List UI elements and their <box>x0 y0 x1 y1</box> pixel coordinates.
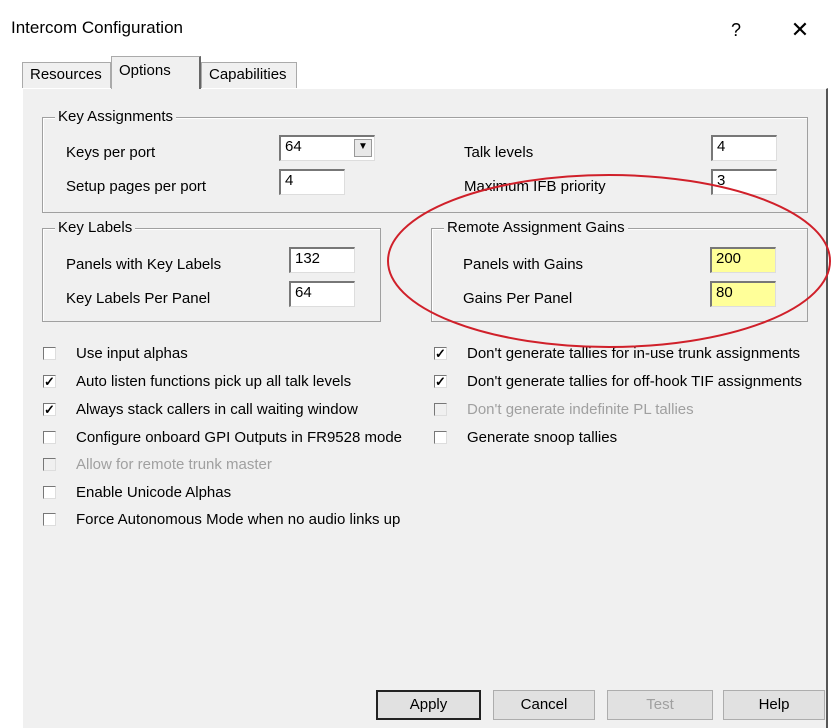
panels-with-gains-label: Panels with Gains <box>463 256 584 273</box>
checkbox-label: Don't generate indefinite PL tallies <box>467 401 694 418</box>
checkbox-box[interactable]: ✓ <box>43 403 56 416</box>
checkbox-label: Enable Unicode Alphas <box>76 484 232 501</box>
checkbox-box[interactable]: ✓ <box>434 375 447 388</box>
checkbox-box[interactable] <box>43 513 56 526</box>
cancel-button[interactable]: Cancel <box>493 690 595 720</box>
talk-levels-field[interactable]: 4 <box>711 135 777 161</box>
max-ifb-label: Maximum IFB priority <box>464 178 606 195</box>
keys-per-port-value: 64 <box>285 138 302 155</box>
checkbox-label: Force Autonomous Mode when no audio link… <box>76 511 401 528</box>
checkbox-box[interactable]: ✓ <box>434 347 447 360</box>
checkbox-label: Always stack callers in call waiting win… <box>76 401 358 418</box>
checkbox-box <box>434 403 447 416</box>
key-assignments-group: Key Assignments Keys per port 64 ▼ Setup… <box>42 108 808 213</box>
checkbox-label: Use input alphas <box>76 345 188 362</box>
apply-label: Apply <box>409 696 448 713</box>
key-labels-legend: Key Labels <box>55 219 136 236</box>
gains-per-panel-field[interactable]: 80 <box>710 281 776 307</box>
panels-with-key-labels-label: Panels with Key Labels <box>66 256 222 273</box>
checkbox-box[interactable] <box>43 486 56 499</box>
checkbox-box[interactable]: ✓ <box>43 375 56 388</box>
close-icon[interactable]: ✕ <box>782 12 818 48</box>
keys-per-port-select[interactable]: 64 ▼ <box>279 135 375 161</box>
checkbox-label: Allow for remote trunk master <box>76 456 272 473</box>
tab-capabilities[interactable]: Capabilities <box>201 62 297 88</box>
keys-per-port-label: Keys per port <box>66 144 156 161</box>
window-title: Intercom Configuration <box>11 18 183 37</box>
checkbox-label: Don't generate tallies for in-use trunk … <box>467 345 801 362</box>
checkbox-label: Generate snoop tallies <box>467 429 618 446</box>
checkbox-box <box>43 458 56 471</box>
checkbox-label: Auto listen functions pick up all talk l… <box>76 373 352 390</box>
options-panel: Key Assignments Keys per port 64 ▼ Setup… <box>22 88 828 728</box>
checkbox-label: Configure onboard GPI Outputs in FR9528 … <box>76 429 403 446</box>
setup-pages-field[interactable]: 4 <box>279 169 345 195</box>
checkbox-box[interactable] <box>43 347 56 360</box>
key-labels-per-panel-field[interactable]: 64 <box>289 281 355 307</box>
tab-options[interactable]: Options <box>111 56 201 89</box>
chevron-down-icon[interactable]: ▼ <box>354 139 372 157</box>
talk-levels-label: Talk levels <box>464 144 534 161</box>
key-labels-group: Key Labels Panels with Key Labels 132 Ke… <box>42 219 381 322</box>
checkbox-box[interactable] <box>43 431 56 444</box>
help-icon[interactable]: ? <box>718 12 754 48</box>
panels-with-key-labels-field[interactable]: 132 <box>289 247 355 273</box>
gains-per-panel-label: Gains Per Panel <box>463 290 573 307</box>
tab-resources[interactable]: Resources <box>22 62 111 88</box>
setup-pages-label: Setup pages per port <box>66 178 207 195</box>
title-bar: Intercom Configuration ? ✕ <box>0 0 838 58</box>
checkbox-box[interactable] <box>434 431 447 444</box>
help-button[interactable]: Help <box>723 690 825 720</box>
panels-with-gains-field[interactable]: 200 <box>710 247 776 273</box>
max-ifb-field[interactable]: 3 <box>711 169 777 195</box>
key-assignments-legend: Key Assignments <box>55 108 177 125</box>
apply-button[interactable]: Apply <box>376 690 481 720</box>
key-labels-per-panel-label: Key Labels Per Panel <box>66 290 211 307</box>
checkbox-label: Don't generate tallies for off-hook TIF … <box>467 373 802 390</box>
remote-assignment-gains-legend: Remote Assignment Gains <box>444 219 628 236</box>
test-button: Test <box>607 690 713 720</box>
remote-assignment-gains-group: Remote Assignment Gains Panels with Gain… <box>431 219 808 322</box>
